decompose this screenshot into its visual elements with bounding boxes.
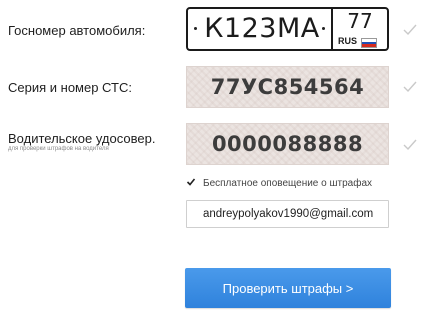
license-label: Водительское удосовер. [8, 131, 156, 146]
plate-check-icon [402, 22, 418, 38]
sts-check-icon [402, 79, 418, 95]
plate-label: Госномер автомобиля: [8, 23, 146, 38]
notify-option[interactable]: Бесплатное оповещение о штрафах [186, 177, 372, 189]
license-check-icon [402, 137, 418, 153]
plate-number: К123МА [204, 13, 320, 44]
sts-label: Серия и номер СТС: [8, 80, 132, 95]
russia-flag-icon [361, 38, 377, 48]
license-input[interactable]: 0000088888 [186, 123, 389, 165]
license-sublabel: для проверки штрафов на водителя [8, 146, 109, 152]
plate-region: 77 [347, 9, 373, 33]
plate-input[interactable]: К123МА 77 RUS [186, 7, 389, 51]
sts-input[interactable]: 77УС854564 [186, 66, 389, 108]
notify-label: Бесплатное оповещение о штрафах [203, 178, 372, 189]
plate-country: RUS [338, 36, 358, 46]
plate-rivet-left [194, 27, 197, 30]
plate-region-section: 77 RUS [333, 9, 387, 49]
plate-rivet-right [322, 27, 325, 30]
email-input[interactable]: andreypolyakov1990@gmail.com [186, 200, 389, 228]
notify-checkbox[interactable] [186, 177, 196, 187]
check-fines-button[interactable]: Проверить штрафы > [185, 268, 391, 308]
plate-main-section: К123МА [188, 9, 333, 49]
